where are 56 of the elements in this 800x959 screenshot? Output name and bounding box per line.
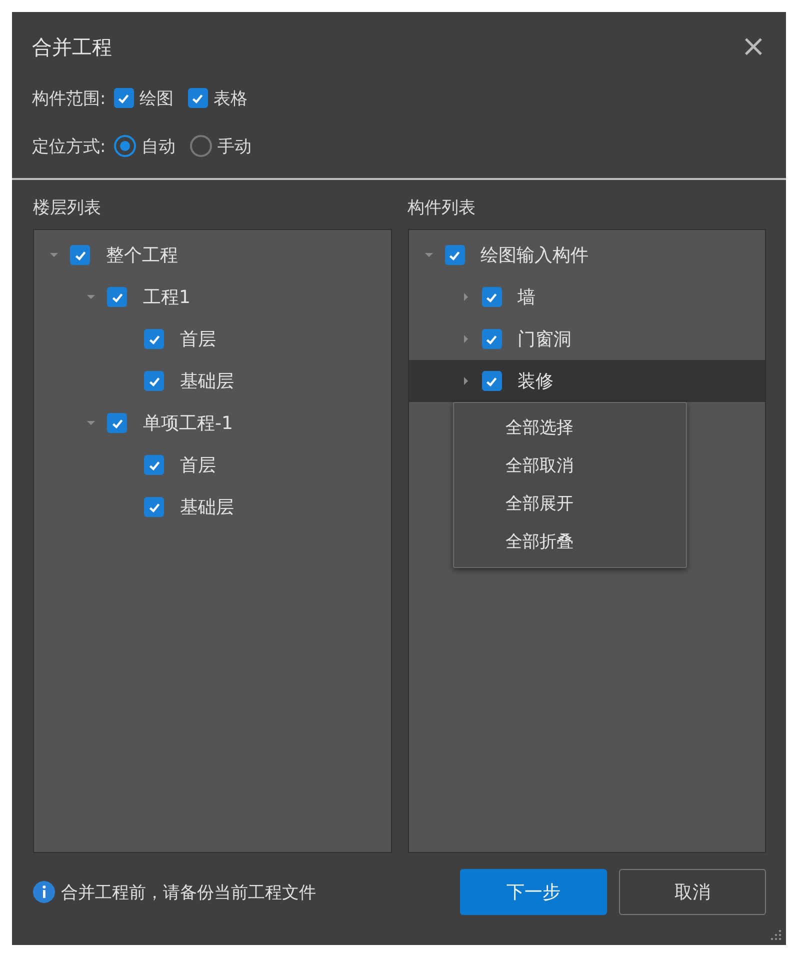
next-button[interactable]: 下一步 — [460, 869, 607, 915]
tree-item[interactable]: 基础层 — [34, 360, 390, 402]
checkbox[interactable] — [482, 371, 502, 391]
tree-item-label: 装修 — [518, 370, 554, 393]
tree-item[interactable]: 绘图输入构件 — [408, 234, 765, 276]
checkbox[interactable] — [188, 88, 208, 108]
tree-item[interactable]: 装修 — [408, 360, 765, 402]
tree-item-label: 首层 — [180, 328, 216, 351]
cancel-button[interactable]: 取消 — [619, 869, 766, 915]
checkbox[interactable] — [107, 287, 127, 307]
tree-item[interactable]: 首层 — [34, 318, 390, 360]
tree-item-label: 门窗洞 — [518, 328, 572, 351]
menu-item[interactable]: 全部折叠 — [454, 523, 686, 561]
tree-item[interactable]: 首层 — [34, 444, 390, 486]
tree-item-label: 首层 — [180, 454, 216, 477]
menu-item[interactable]: 全部展开 — [454, 485, 686, 523]
tree-item[interactable]: 基础层 — [34, 486, 390, 528]
option-label: 自动 — [142, 136, 176, 158]
option-label: 绘图 — [140, 88, 174, 110]
tree-item-label: 工程1 — [143, 286, 190, 309]
list-title: 构件列表 — [408, 197, 476, 220]
checkbox[interactable] — [144, 455, 164, 475]
checkbox[interactable] — [144, 371, 164, 391]
checkbox[interactable] — [70, 245, 90, 265]
tree-item-label: 墙 — [518, 286, 536, 309]
positioning-label: 定位方式: — [32, 136, 106, 158]
scope-label: 构件范围: — [32, 88, 106, 110]
checkbox[interactable] — [482, 329, 502, 349]
tree-item-label: 基础层 — [180, 496, 234, 519]
close-button[interactable]: × — [740, 32, 766, 62]
option-label: 表格 — [214, 88, 248, 110]
tree-item-label: 基础层 — [180, 370, 234, 393]
tree-item-label: 绘图输入构件 — [480, 244, 588, 267]
checkbox[interactable] — [444, 245, 464, 265]
tree-item-label: 整个工程 — [106, 244, 178, 267]
info-icon — [33, 881, 55, 903]
tree-item-label: 单项工程-1 — [143, 412, 233, 435]
radio-button[interactable] — [114, 135, 136, 157]
resize-grip-icon[interactable] — [770, 929, 782, 941]
option-label: 手动 — [218, 136, 252, 158]
checkbox[interactable] — [144, 329, 164, 349]
list-title: 楼层列表 — [33, 197, 102, 220]
tree-item[interactable]: 工程1 — [34, 276, 390, 318]
checkbox[interactable] — [107, 413, 127, 433]
tree-item[interactable]: 门窗洞 — [408, 318, 765, 360]
backup-note: 合并工程前，请备份当前工程文件 — [61, 882, 316, 904]
radio-button[interactable] — [190, 135, 212, 157]
menu-item[interactable]: 全部取消 — [454, 447, 686, 485]
checkbox[interactable] — [144, 497, 164, 517]
window-title: 合并工程 — [32, 34, 112, 60]
menu-item[interactable]: 全部选择 — [454, 409, 686, 447]
tree-item[interactable]: 单项工程-1 — [34, 402, 390, 444]
checkbox[interactable] — [114, 88, 134, 108]
checkbox[interactable] — [482, 287, 502, 307]
tree-item[interactable]: 墙 — [408, 276, 765, 318]
tree-item[interactable]: 整个工程 — [34, 234, 390, 276]
